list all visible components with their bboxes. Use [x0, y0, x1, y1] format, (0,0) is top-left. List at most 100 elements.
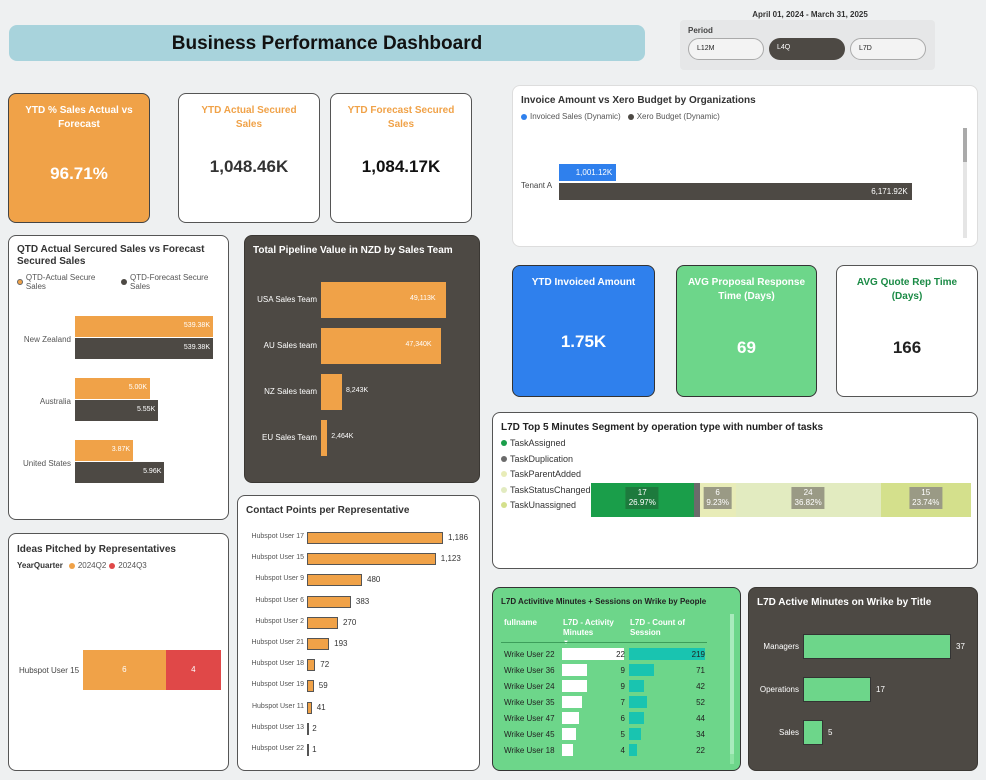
data-label: 270	[342, 617, 357, 627]
period-option-label: L4Q	[777, 44, 791, 51]
activity-bar	[562, 712, 579, 724]
category-label: Managers	[763, 642, 799, 651]
legend-dot	[68, 562, 75, 569]
qtd-chart-card: QTD Actual Sercured Sales vs Forecast Se…	[8, 235, 229, 520]
bar	[803, 677, 871, 702]
table-cell-name: Wrike User 47	[504, 714, 555, 723]
chart-title: Invoice Amount vs Xero Budget by Organiz…	[521, 95, 756, 106]
period-option-label: L12M	[697, 45, 715, 52]
segment-percent: 26.97%	[628, 498, 656, 507]
kpi-title: YTD Forecast Secured Sales	[347, 105, 455, 130]
category-label: Hubspot User 15	[19, 666, 80, 675]
category-label: Hubspot User 13	[251, 723, 304, 731]
table-cell-name: Wrike User 35	[504, 698, 555, 707]
period-option-l12m[interactable]: L12M	[688, 38, 764, 60]
bar: 3.87K	[75, 440, 134, 461]
category-label: Sales	[778, 728, 799, 737]
session-bar	[629, 696, 648, 708]
data-label: 41	[316, 702, 326, 712]
data-label: 4	[191, 665, 196, 674]
session-bar	[629, 680, 644, 692]
data-label: 37	[956, 642, 965, 651]
table-cell-minutes: 6	[620, 714, 625, 723]
data-label: 1,123	[440, 554, 461, 564]
kpi-title: AVG Quote Rep Time (Days)	[856, 277, 958, 302]
page-title: Business Performance Dashboard	[171, 33, 483, 54]
header-banner: Business Performance Dashboard	[9, 25, 645, 61]
data-label: 17	[876, 685, 885, 694]
title-bars: Managers 37 Operations 17 Sales 5	[749, 588, 979, 772]
bar: 539.38K	[75, 338, 213, 359]
data-label: 2,464K	[331, 433, 354, 440]
legend-dot	[521, 113, 527, 120]
scrollbar-thumb[interactable]	[730, 614, 734, 754]
kpi-title: YTD % Sales Actual vs Forecast	[25, 105, 133, 130]
category-label: New Zealand	[23, 335, 71, 344]
data-label: 539.38K	[183, 344, 210, 351]
table-cell-minutes: 9	[620, 682, 625, 691]
segment: 17 26.97%	[591, 483, 694, 517]
data-label: 3.87K	[111, 446, 131, 453]
activity-bar	[562, 696, 582, 708]
title-chart-card: L7D Active Minutes on Wrike by Title Man…	[748, 587, 978, 771]
session-bar	[629, 744, 637, 756]
ideas-chart-card: Ideas Pitched by Representatives YearQua…	[8, 533, 229, 771]
bar: 4	[165, 650, 221, 690]
category-label: Australia	[39, 397, 71, 406]
date-range: April 01, 2024 - March 31, 2025	[752, 10, 868, 19]
data-label: 2	[312, 723, 317, 733]
bar	[803, 720, 823, 745]
segment-value: 17	[637, 488, 647, 497]
data-label: 5.00K	[128, 384, 147, 391]
table-cell-name: Wrike User 24	[504, 682, 555, 691]
category-label: Hubspot User 19	[251, 681, 304, 689]
period-option-l4q[interactable]: L4Q	[769, 38, 845, 60]
table-cell-sessions: 52	[696, 698, 705, 707]
legend-item: TaskParentAdded	[501, 469, 581, 479]
legend-label: TaskUnassigned	[510, 500, 577, 510]
segment: 15 23.74%	[880, 483, 971, 517]
activity-bar	[562, 728, 577, 740]
segment-value: 15	[921, 488, 931, 497]
bar: 1,001.12K	[559, 164, 617, 181]
scrollbar-thumb[interactable]	[963, 128, 967, 162]
bar	[321, 420, 328, 456]
qtd-bars: New Zealand 539.38K 539.38K Australia 5.00K 5…	[9, 236, 230, 521]
kpi-value: 1.75K	[560, 332, 607, 351]
bar	[307, 553, 436, 566]
bar	[307, 659, 316, 672]
table-cell-minutes: 4	[620, 746, 625, 755]
pipeline-bars: USA Sales Team 49,113K AU Sales team 47,340…	[245, 236, 481, 484]
activity-bar	[562, 744, 574, 756]
data-label: 193	[334, 639, 348, 648]
period-option-l7d[interactable]: L7D	[850, 38, 926, 60]
bar: 6	[83, 650, 166, 690]
kpi-ytd-pct: YTD % Sales Actual vs Forecast 96.71%	[8, 93, 150, 223]
legend-label: TaskStatusChanged	[510, 484, 591, 495]
segment-value: 6	[715, 488, 720, 497]
segment-percent: 23.74%	[912, 498, 940, 507]
chart-legend: Invoiced Sales (Dynamic) Xero Budget (Dy…	[521, 112, 720, 121]
kpi-ytd-invoiced: YTD Invoiced Amount 1.75K	[512, 265, 655, 397]
period-slicer: Period L12M L4Q L7D	[680, 20, 935, 70]
table-cell-sessions: 34	[696, 730, 705, 739]
legend-dot	[501, 455, 507, 462]
legend-dot	[109, 562, 116, 569]
invoice-chart-card: Invoice Amount vs Xero Budget by Organiz…	[512, 85, 978, 247]
category-label: Hubspot User 2	[255, 617, 304, 625]
session-bar	[629, 664, 654, 676]
table-cell-name: Wrike User 36	[504, 666, 555, 675]
bar	[307, 595, 351, 608]
kpi-ytd-forecast: YTD Forecast Secured Sales 1,084.17K	[330, 93, 472, 223]
bar	[307, 574, 363, 587]
period-option-label: L7D	[859, 45, 872, 52]
data-label: 5	[828, 728, 833, 737]
scrollbar[interactable]	[963, 128, 967, 238]
invoice-bars: 1,001.12K 6,171.92K	[559, 164, 959, 204]
table-cell-name: Wrike User 18	[504, 746, 555, 755]
scrollbar[interactable]	[730, 614, 734, 764]
category-label: NZ Sales team	[264, 387, 317, 396]
data-label: 8,243K	[345, 387, 369, 394]
table-cell-name: Wrike User 22	[504, 650, 555, 659]
kpi-value: 166	[892, 338, 922, 357]
